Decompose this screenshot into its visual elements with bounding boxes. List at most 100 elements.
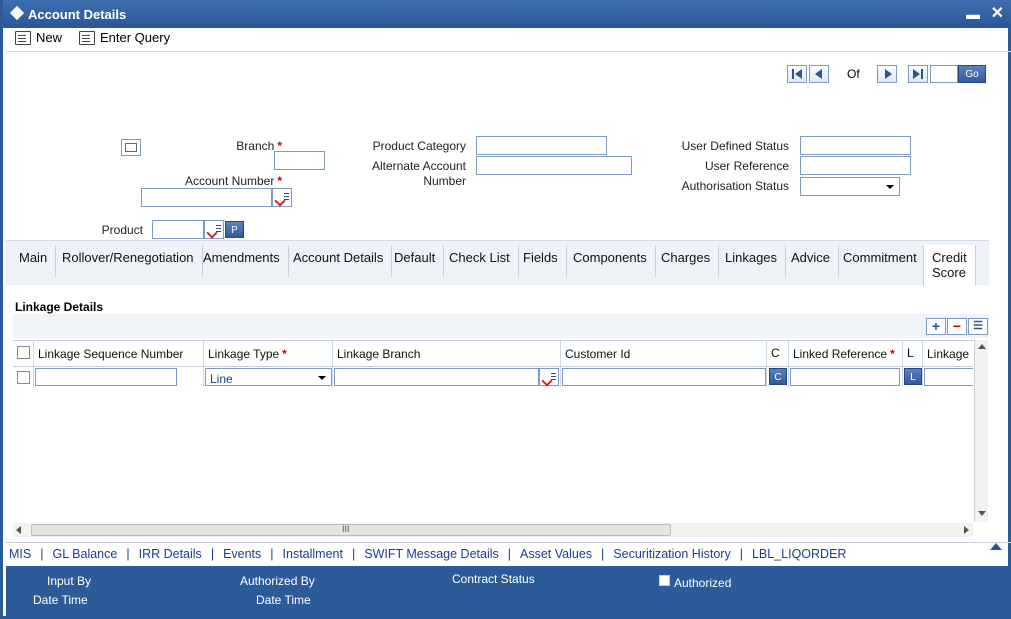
- linkage-grid: Linkage Sequence Number Linkage Type * Li…: [13, 340, 973, 522]
- link-swift-message-details[interactable]: SWIFT Message Details: [364, 547, 499, 561]
- link-events[interactable]: Events: [223, 547, 261, 561]
- tab-charges[interactable]: Charges: [653, 245, 720, 277]
- tab-rollover-renegotiation[interactable]: Rollover/Renegotiation: [54, 245, 203, 277]
- tab-bar: Main Rollover/Renegotiation Amendments A…: [6, 240, 989, 286]
- tab-fields[interactable]: Fields: [515, 245, 567, 277]
- product-category-input[interactable]: [476, 136, 607, 155]
- scroll-left-icon[interactable]: [16, 526, 21, 534]
- linkage-type-select[interactable]: Line: [205, 368, 332, 386]
- account-details-window: Account Details ▬ ✕ New Enter Query Of G…: [0, 0, 1011, 619]
- previous-record-button[interactable]: [809, 65, 829, 83]
- link-irr-details[interactable]: IRR Details: [139, 547, 202, 561]
- next-record-button[interactable]: [877, 65, 897, 83]
- col-customer-id: Customer Id: [561, 341, 767, 366]
- tab-amendments[interactable]: Amendments: [195, 245, 289, 277]
- account-number-input[interactable]: [141, 188, 272, 207]
- alternate-account-number-input[interactable]: [476, 156, 632, 175]
- grid-vertical-scrollbar[interactable]: [974, 340, 988, 522]
- linkage-branch-input[interactable]: [334, 368, 539, 386]
- scroll-up-icon[interactable]: [978, 344, 986, 349]
- linked-reference-input[interactable]: [790, 368, 900, 386]
- audit-footer: Input By Date Time Authorized By Date Ti…: [6, 566, 1011, 616]
- new-button[interactable]: New: [15, 30, 62, 45]
- c-button[interactable]: C: [769, 368, 787, 385]
- authorisation-status-label: Authorisation Status: [681, 179, 789, 193]
- link-gl-balance[interactable]: GL Balance: [52, 547, 117, 561]
- tab-credit-label: Credit: [932, 250, 967, 265]
- row-checkbox[interactable]: [17, 371, 30, 384]
- add-row-icon[interactable]: +: [926, 318, 946, 335]
- linkage-sequence-input[interactable]: [35, 368, 177, 386]
- tab-components[interactable]: Components: [565, 245, 656, 277]
- col-linkage-type: Linkage Type *: [204, 341, 333, 366]
- account-number-lov-icon[interactable]: [272, 188, 292, 207]
- document-icon[interactable]: [121, 139, 141, 156]
- previous-icon: [815, 69, 822, 79]
- linkage-branch-lov-icon[interactable]: [539, 368, 559, 386]
- product-lov-icon[interactable]: [204, 220, 224, 239]
- linked-reference-cell: [789, 367, 903, 387]
- authorized-label: Authorized: [674, 576, 732, 590]
- last-icon: [913, 69, 920, 79]
- close-icon[interactable]: ✕: [991, 3, 1004, 23]
- new-button-label: New: [36, 30, 63, 45]
- authorized-date-time-label: Date Time: [256, 593, 311, 607]
- tab-main[interactable]: Main: [11, 245, 57, 277]
- tab-account-details[interactable]: Account Details: [285, 245, 393, 277]
- alternate-account-number-label-1: Alternate Account: [371, 159, 466, 173]
- authorized-checkbox[interactable]: [659, 575, 670, 586]
- authorisation-status-select[interactable]: [800, 177, 900, 196]
- scroll-down-icon[interactable]: [978, 511, 986, 516]
- tab-advice[interactable]: Advice: [783, 245, 840, 277]
- product-label: Product: [101, 223, 143, 237]
- product-input[interactable]: [152, 220, 204, 239]
- title-bar: Account Details ▬ ✕: [3, 0, 1011, 28]
- app-diamond-icon: [9, 5, 25, 21]
- contract-status-label: Contract Status: [452, 572, 535, 586]
- customer-id-input[interactable]: [562, 368, 766, 386]
- branch-input[interactable]: [274, 151, 325, 170]
- collapse-up-icon[interactable]: [990, 543, 1002, 550]
- tab-credit-score[interactable]: Credit Score: [923, 245, 976, 286]
- l-button-cell: L: [903, 367, 923, 387]
- page-number-input[interactable]: [930, 65, 958, 83]
- pagination-of-label: Of: [847, 67, 860, 81]
- grid-horizontal-scrollbar[interactable]: III: [13, 523, 973, 537]
- link-installment[interactable]: Installment: [283, 547, 343, 561]
- product-p-button[interactable]: P: [225, 221, 244, 238]
- linkage-details-title: Linkage Details: [15, 300, 104, 314]
- col-linked-reference: Linked Reference *: [789, 341, 903, 366]
- chevron-down-icon: [318, 376, 326, 380]
- tab-check-list[interactable]: Check List: [441, 245, 519, 277]
- enter-query-button[interactable]: Enter Query: [79, 30, 170, 45]
- select-all-header: [13, 341, 34, 366]
- tab-linkages[interactable]: Linkages: [717, 245, 787, 277]
- linkage-branch-cell: [333, 367, 561, 387]
- c-button-cell: C: [767, 367, 789, 387]
- subsystem-links: MIS | GL Balance | IRR Details | Events …: [6, 542, 1011, 565]
- first-record-button[interactable]: [787, 65, 807, 83]
- horizontal-scroll-thumb[interactable]: III: [31, 524, 671, 536]
- link-asset-values[interactable]: Asset Values: [520, 547, 592, 561]
- linkage-input[interactable]: [924, 368, 973, 386]
- new-record-icon: [15, 30, 31, 45]
- user-reference-input[interactable]: [800, 156, 911, 175]
- go-button[interactable]: Go: [958, 65, 986, 83]
- select-all-checkbox[interactable]: [17, 346, 30, 359]
- linkage-type-cell: Line: [204, 367, 333, 387]
- link-securitization-history[interactable]: Securitization History: [613, 547, 730, 561]
- tab-default[interactable]: Default: [386, 245, 445, 277]
- query-icon: [79, 30, 95, 45]
- delete-row-icon[interactable]: −: [947, 318, 967, 335]
- minimize-icon[interactable]: ▬: [966, 6, 980, 22]
- account-number-label: Account Number *: [184, 174, 282, 188]
- single-view-icon[interactable]: ☰: [968, 318, 988, 335]
- link-lbl-liqorder[interactable]: LBL_LIQORDER: [752, 547, 846, 561]
- link-mis[interactable]: MIS: [9, 547, 31, 561]
- tab-commitment[interactable]: Commitment: [835, 245, 926, 277]
- last-record-button[interactable]: [908, 65, 928, 83]
- alternate-account-number-label-2: Number: [423, 174, 466, 188]
- l-button[interactable]: L: [904, 368, 922, 385]
- user-defined-status-input[interactable]: [800, 136, 911, 155]
- scroll-right-icon[interactable]: [964, 526, 969, 534]
